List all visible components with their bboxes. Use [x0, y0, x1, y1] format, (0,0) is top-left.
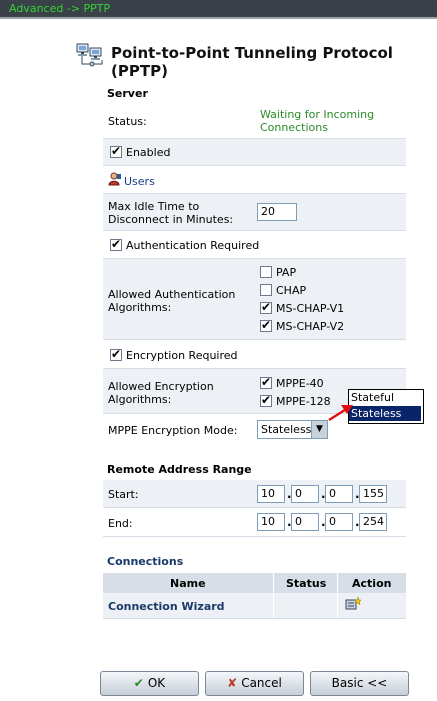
remote-range-section-title: Remote Address Range — [107, 463, 252, 476]
connections-section-title: Connections — [107, 555, 184, 568]
column-divider — [337, 593, 338, 618]
column-divider — [273, 593, 274, 618]
status-row: Status: Waiting for Incoming Connections — [103, 104, 406, 139]
page-title: Point-to-Point Tunneling Protocol (PPTP) — [111, 44, 393, 80]
network-computers-icon — [76, 42, 106, 68]
start-ip-octet-2[interactable]: 0 — [291, 485, 319, 503]
mppe-mode-dropdown: Stateful Stateless — [348, 389, 424, 424]
start-ip-octet-3[interactable]: 0 — [325, 485, 353, 503]
cross-icon: ✘ — [227, 676, 238, 690]
ms-chap-v2-label: MS-CHAP-V2 — [276, 320, 345, 333]
dropdown-option-stateless[interactable]: Stateless — [349, 406, 421, 421]
status-label: Status: — [108, 115, 147, 128]
mppe-mode-value: Stateless — [261, 423, 312, 436]
chap-checkbox[interactable] — [260, 284, 272, 296]
end-row: End: 10 . 0 . 0 . 254 — [103, 508, 406, 537]
wizard-icon[interactable] — [345, 596, 362, 614]
auth-required-label: Authentication Required — [126, 239, 260, 252]
cancel-button[interactable]: ✘ Cancel — [205, 671, 304, 696]
start-ip-octet-1[interactable]: 10 — [257, 485, 285, 503]
column-divider — [337, 573, 338, 593]
users-row: Users — [103, 166, 406, 194]
pap-label: PAP — [276, 266, 297, 279]
allowed-auth-label-line1: Allowed Authentication — [108, 288, 236, 301]
start-ip-octet-4[interactable]: 155 — [359, 485, 387, 503]
ms-chap-v1-label: MS-CHAP-V1 — [276, 302, 345, 315]
check-icon: ✔ — [133, 676, 144, 690]
annotation-arrow-icon — [326, 398, 356, 424]
start-row: Start: 10 . 0 . 0 . 155 — [103, 480, 406, 508]
mppe-40-label: MPPE-40 — [276, 377, 324, 390]
pap-checkbox[interactable] — [260, 266, 272, 278]
auth-required-row: Authentication Required — [103, 231, 406, 259]
basic-button-label: Basic << — [331, 676, 388, 690]
ms-chap-v2-checkbox[interactable] — [260, 318, 272, 332]
cancel-button-label: Cancel — [241, 676, 282, 690]
column-header-status: Status — [286, 577, 327, 590]
chevron-down-icon[interactable]: ▼ — [311, 421, 327, 438]
chap-label: CHAP — [276, 284, 307, 297]
column-header-action: Action — [352, 577, 392, 590]
end-ip-octet-4[interactable]: 254 — [359, 513, 387, 531]
mppe-128-checkbox[interactable] — [260, 393, 272, 407]
auth-required-checkbox[interactable] — [110, 237, 122, 251]
max-idle-row: Max Idle Time to Disconnect in Minutes: … — [103, 194, 406, 231]
status-value-line1: Waiting for Incoming — [260, 108, 375, 121]
end-ip-octet-1[interactable]: 10 — [257, 513, 285, 531]
encryption-required-label: Encryption Required — [126, 349, 238, 362]
column-divider — [273, 573, 274, 593]
user-icon — [108, 172, 122, 189]
encryption-required-row: Encryption Required — [103, 340, 406, 369]
encryption-required-checkbox[interactable] — [110, 347, 122, 361]
enabled-checkbox[interactable] — [110, 144, 122, 158]
allowed-auth-row: Allowed Authentication Algorithms: PAP C… — [103, 259, 406, 340]
status-value-line2: Connections — [260, 121, 328, 134]
enabled-row: Enabled — [103, 139, 406, 166]
breadcrumb: Advanced -> PPTP — [0, 0, 437, 17]
start-label: Start: — [108, 488, 139, 501]
server-section-title: Server — [107, 87, 148, 100]
mppe-128-label: MPPE-128 — [276, 395, 331, 408]
dropdown-option-stateful[interactable]: Stateful — [349, 390, 421, 405]
max-idle-label-line2: Disconnect in Minutes: — [108, 213, 234, 226]
ms-chap-v1-checkbox[interactable] — [260, 300, 272, 314]
basic-button[interactable]: Basic << — [310, 671, 409, 696]
end-label: End: — [108, 517, 133, 530]
allowed-enc-label-line1: Allowed Encryption — [108, 380, 214, 393]
ok-button[interactable]: ✔ OK — [100, 671, 199, 696]
mppe-40-checkbox[interactable] — [260, 375, 272, 389]
connections-table-header: Name Status Action — [103, 573, 406, 593]
end-ip-octet-2[interactable]: 0 — [291, 513, 319, 531]
column-header-name: Name — [170, 577, 206, 590]
enabled-label: Enabled — [126, 146, 171, 159]
allowed-auth-label-line2: Algorithms: — [108, 301, 172, 314]
users-link[interactable]: Users — [124, 175, 155, 188]
max-idle-label-line1: Max Idle Time to — [108, 200, 200, 213]
mppe-mode-select[interactable]: Stateless ▼ — [257, 420, 328, 439]
end-ip-octet-3[interactable]: 0 — [325, 513, 353, 531]
allowed-enc-label-line2: Algorithms: — [108, 393, 172, 406]
connection-wizard-link[interactable]: Connection Wizard — [108, 600, 225, 613]
ok-button-label: OK — [147, 676, 166, 690]
max-idle-input[interactable]: 20 — [257, 203, 297, 221]
breadcrumb-underline — [0, 17, 437, 19]
mppe-mode-label: MPPE Encryption Mode: — [108, 424, 238, 437]
table-row: Connection Wizard — [103, 593, 406, 619]
